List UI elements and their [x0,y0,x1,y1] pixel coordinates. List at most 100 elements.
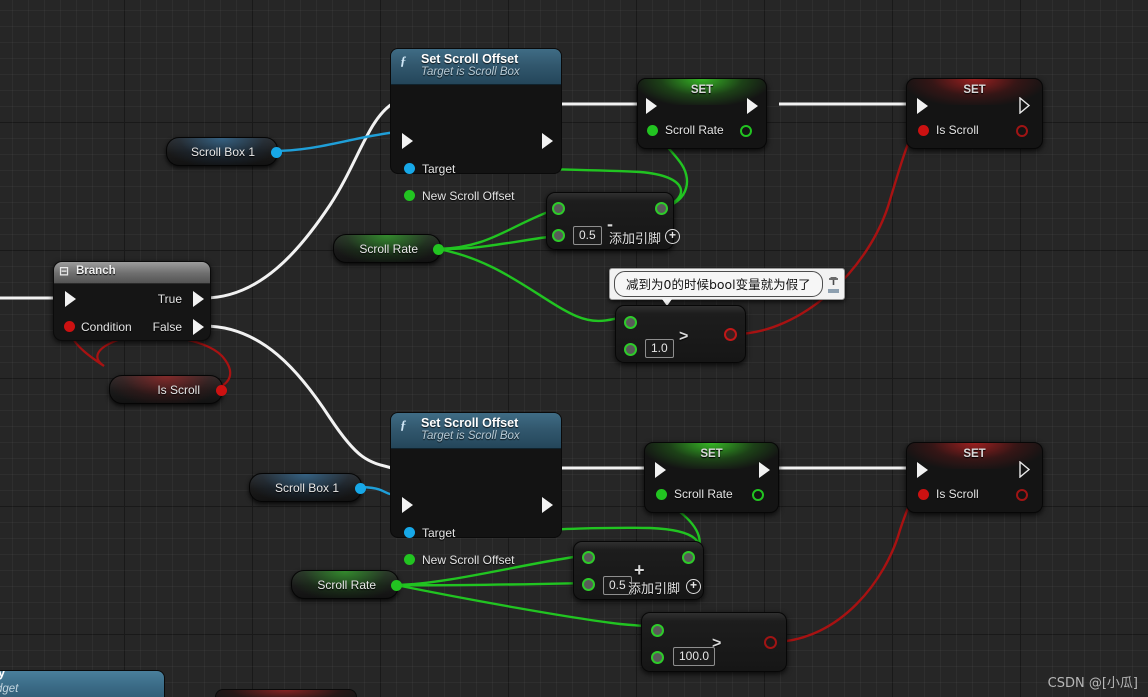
scroll-rate-top-node[interactable]: Scroll Rate [333,234,444,263]
greater-top-input-a-pin[interactable] [624,316,637,329]
scroll-box-1-top-label: Scroll Box 1 [190,144,255,159]
set-scroll-offset-bottom-subtitle: Target is Scroll Box [421,430,520,442]
add-node-add-pin-label[interactable]: 添加引脚 [628,578,680,597]
subtract-add-pin-label[interactable]: 添加引脚 [609,228,661,247]
set-scroll-offset-bottom-exec-in[interactable] [402,497,413,513]
set-scroll-offset-bottom-header: ƒ Set Scroll Offset Target is Scroll Box [391,413,561,449]
scroll-box-1-top-node[interactable]: Scroll Box 1 [166,137,282,166]
set-is-scroll-bottom-title: SET [963,448,986,460]
set-is-scroll-bottom-node[interactable]: SET Is Scroll [906,442,1043,513]
greater-bottom-input-a-pin[interactable] [651,624,664,637]
scroll-rate-bottom-output-pin[interactable] [391,580,402,591]
set-scroll-offset-top-offset-pin[interactable] [404,190,415,201]
set-scroll-offset-top-node[interactable]: ƒ Set Scroll Offset Target is Scroll Box… [390,48,562,203]
set-scroll-offset-top-exec-in[interactable] [402,133,413,149]
set-scroll-offset-bottom-offset-pin[interactable] [404,554,415,565]
add-operator: + [634,560,645,580]
greater-top-output-pin[interactable] [724,328,737,341]
set-scroll-offset-bottom-offset-label: New Scroll Offset [422,553,515,567]
set-scroll-rate-bottom-node[interactable]: SET Scroll Rate [644,442,779,513]
greater-bottom-input-b-pin[interactable] [651,651,664,664]
set-scroll-offset-bottom-exec-out[interactable] [542,497,553,513]
scroll-rate-top-output-pin[interactable] [433,244,444,255]
subtract-input-a-pin[interactable] [552,202,565,215]
plus-circle-icon[interactable]: + [686,579,701,594]
scroll-box-1-bottom-label: Scroll Box 1 [274,480,339,495]
greater-top-value-field[interactable]: 1.0 [645,339,674,358]
set-scroll-offset-top-target-pin[interactable] [404,163,415,174]
scroll-box-1-bottom-output-pin[interactable] [355,483,366,494]
scroll-box-1-top-output-pin[interactable] [271,147,282,158]
subtract-input-b-pin[interactable] [552,229,565,242]
set-is-scroll-bottom-exec-in[interactable] [917,462,928,478]
branch-node[interactable]: ⊟ Branch Condition True False [53,261,211,341]
partial-blue-node-bottom-left[interactable]: y dget [0,670,165,697]
set-scroll-rate-top-node[interactable]: SET Scroll Rate [637,78,767,149]
set-is-scroll-top-output-pin[interactable] [1016,125,1028,137]
set-is-scroll-bottom-input-pin[interactable] [918,489,929,500]
set-is-scroll-bottom-exec-out[interactable] [1019,461,1031,478]
set-node-glow [216,690,356,697]
set-is-scroll-top-input-pin[interactable] [918,125,929,136]
greater-than-bottom-node[interactable]: > 100.0 [641,612,787,672]
subtract-value-field[interactable]: 0.5 [573,226,602,245]
add-input-a-pin[interactable] [582,551,595,564]
blueprint-graph-canvas[interactable]: ⊟ Branch Condition True False Is Scroll … [0,0,1148,697]
scroll-rate-bottom-node[interactable]: Scroll Rate [291,570,402,599]
set-scroll-offset-bottom-target-pin[interactable] [404,527,415,538]
branch-icon: ⊟ [59,264,70,278]
partial-red-node-bottom[interactable] [215,689,357,697]
subtract-node[interactable]: - 0.5 添加引脚 + [546,192,680,250]
set-scroll-rate-bottom-title: SET [700,448,723,460]
set-is-scroll-top-exec-in[interactable] [917,98,928,114]
branch-true-exec-pin[interactable] [193,291,204,307]
greater-top-operator: > [679,328,689,345]
set-is-scroll-top-node[interactable]: SET Is Scroll [906,78,1043,149]
pin-icon[interactable] [826,273,842,295]
is-scroll-variable-label: Is Scroll [157,382,200,397]
set-scroll-offset-top-subtitle: Target is Scroll Box [421,66,520,78]
branch-condition-pin[interactable] [64,321,75,332]
set-scroll-rate-top-exec-in[interactable] [646,98,657,114]
set-scroll-rate-bottom-exec-in[interactable] [655,462,666,478]
comment-tooltip-text: 减到为0的时候bool变量就为假了 [614,271,823,297]
set-is-scroll-top-exec-out[interactable] [1019,97,1031,114]
add-node[interactable]: + 0.5 添加引脚 + [573,541,704,600]
greater-bottom-value-field[interactable]: 100.0 [673,647,716,666]
set-scroll-rate-bottom-exec-out[interactable] [759,462,770,478]
subtract-output-pin[interactable] [655,202,668,215]
add-output-pin[interactable] [682,551,695,564]
function-icon: ƒ [400,53,407,68]
branch-false-exec-pin[interactable] [193,319,204,335]
set-scroll-rate-top-title: SET [690,84,714,96]
comment-tooltip[interactable]: 减到为0的时候bool变量就为假了 [609,268,845,306]
is-scroll-variable-node[interactable]: Is Scroll [109,375,227,404]
branch-true-label: True [157,292,182,306]
set-is-scroll-top-pin-label: Is Scroll [936,123,979,137]
greater-top-input-b-pin[interactable] [624,343,637,356]
set-scroll-rate-bottom-pin-label: Scroll Rate [674,487,733,501]
partial-blue-node-subtitle: dget [0,683,19,695]
set-is-scroll-bottom-pin-label: Is Scroll [936,487,979,501]
set-scroll-offset-top-header: ƒ Set Scroll Offset Target is Scroll Box [391,49,561,85]
set-scroll-rate-bottom-output-pin[interactable] [752,489,764,501]
branch-exec-in-pin[interactable] [65,291,76,307]
set-scroll-offset-top-exec-out[interactable] [542,133,553,149]
set-scroll-rate-bottom-input-pin[interactable] [656,489,667,500]
set-scroll-offset-bottom-title: Set Scroll Offset [421,416,519,430]
function-icon: ƒ [400,417,407,432]
add-input-b-pin[interactable] [582,578,595,591]
set-scroll-offset-bottom-node[interactable]: ƒ Set Scroll Offset Target is Scroll Box… [390,412,562,567]
plus-circle-icon[interactable]: + [665,229,680,244]
set-scroll-rate-top-input-pin[interactable] [647,125,658,136]
set-scroll-rate-top-exec-out[interactable] [747,98,758,114]
set-scroll-rate-top-output-pin[interactable] [740,125,752,137]
greater-than-top-node[interactable]: > 1.0 [615,305,746,363]
watermark-text: CSDN @[小瓜] [1047,676,1138,691]
greater-bottom-output-pin[interactable] [764,636,777,649]
scroll-rate-top-label: Scroll Rate [359,241,418,256]
set-scroll-offset-bottom-target-label: Target [422,526,456,540]
set-is-scroll-bottom-output-pin[interactable] [1016,489,1028,501]
is-scroll-output-pin[interactable] [216,385,227,396]
scroll-box-1-bottom-node[interactable]: Scroll Box 1 [249,473,366,502]
